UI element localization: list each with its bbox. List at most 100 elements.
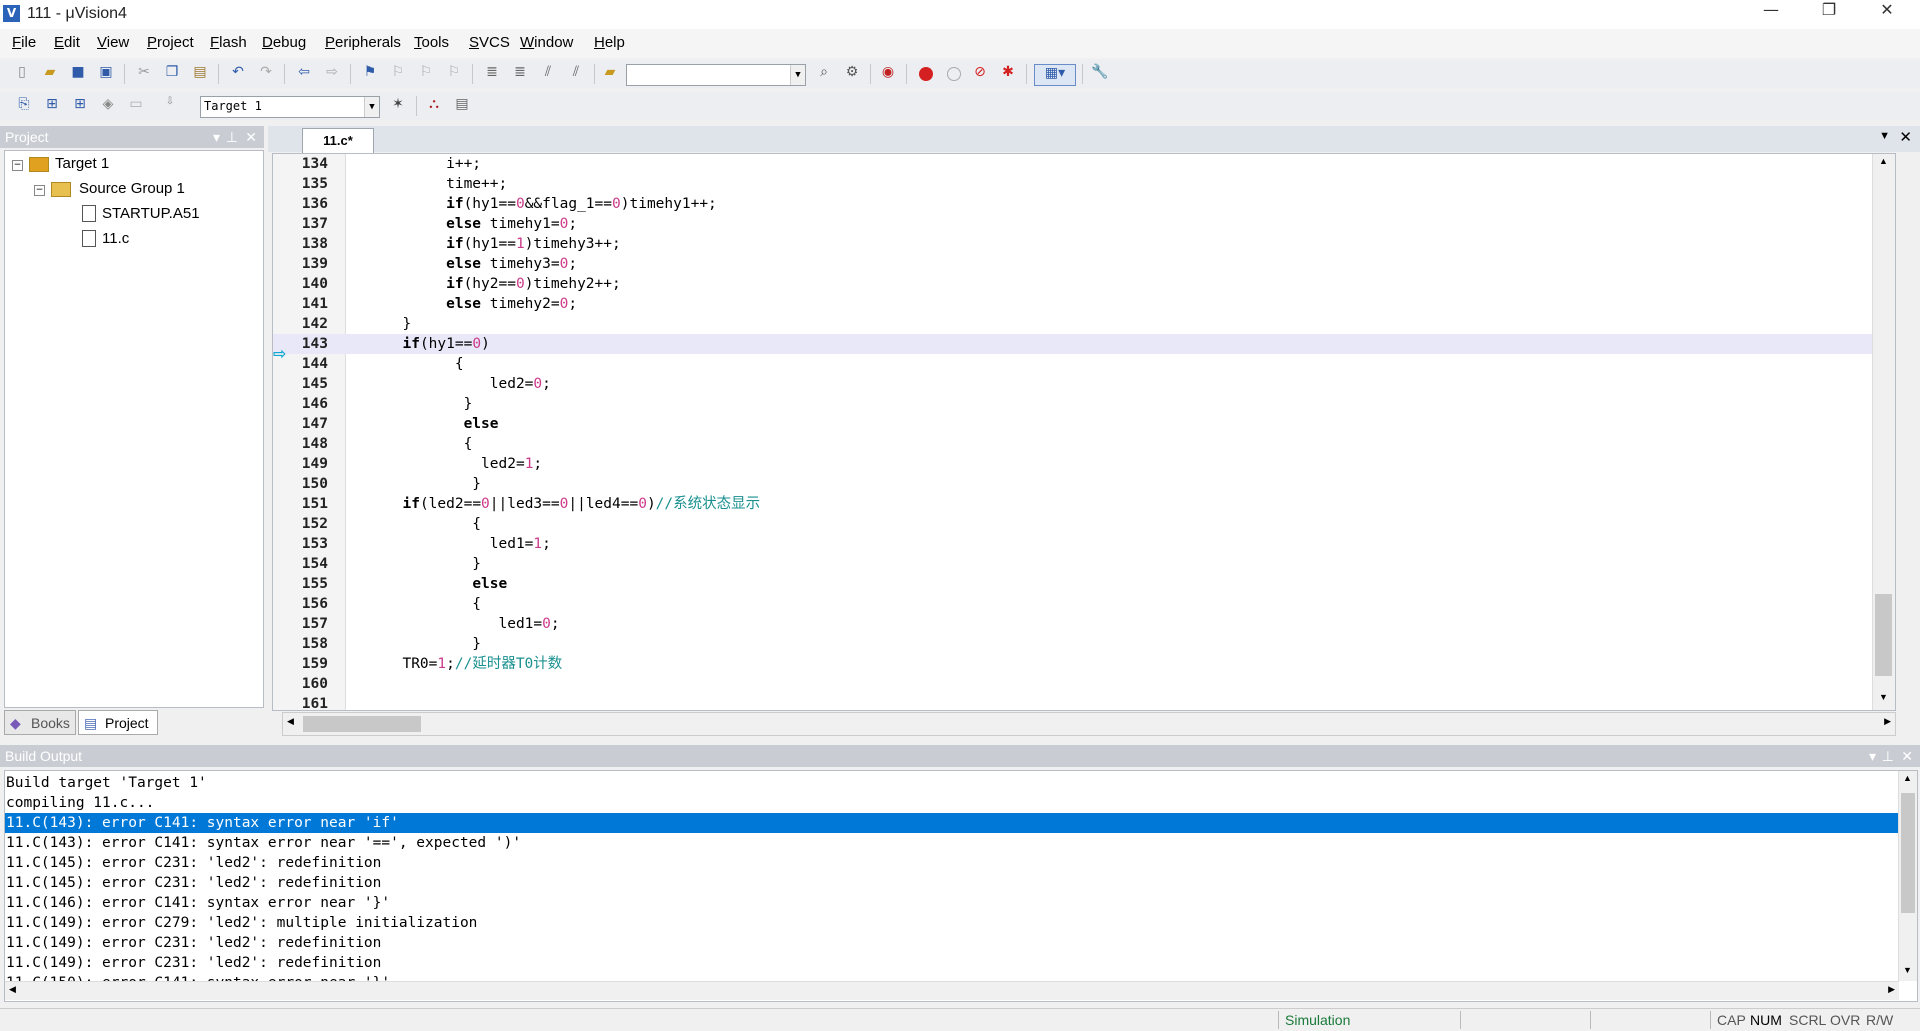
tree-item-c-file[interactable]: 11.c bbox=[102, 230, 129, 247]
code-line[interactable]: 146 } bbox=[273, 394, 1895, 414]
build-output-line[interactable]: 11.C(145): error C231: 'led2': redefinit… bbox=[5, 853, 1900, 873]
scroll-right-icon[interactable]: ▶ bbox=[1888, 984, 1895, 995]
menu-svcs[interactable]: SVCS bbox=[469, 34, 510, 51]
close-icon[interactable]: ✕ bbox=[1899, 128, 1912, 146]
breakpoint-insert-icon[interactable] bbox=[919, 67, 933, 81]
menu-help[interactable]: Help bbox=[594, 34, 625, 51]
close-button[interactable]: ✕ bbox=[1858, 0, 1916, 29]
code-line[interactable]: 134 i++; bbox=[273, 154, 1895, 174]
menu-view[interactable]: View bbox=[97, 34, 129, 51]
find-in-files-icon[interactable]: ▰ bbox=[600, 64, 620, 84]
code-line[interactable]: 153 led1=1; bbox=[273, 534, 1895, 554]
comment-icon[interactable]: ⫽ bbox=[538, 64, 558, 84]
code-line[interactable]: 143 if(hy1==0) bbox=[273, 334, 1895, 354]
batch-build-icon[interactable]: ◈ bbox=[98, 96, 118, 116]
tab-books[interactable]: ◆ Books bbox=[4, 710, 76, 735]
tab-11c[interactable]: 11.c* bbox=[302, 128, 374, 153]
undo-icon[interactable]: ↶ bbox=[228, 64, 248, 84]
pin-icon[interactable]: ⊥ bbox=[226, 126, 238, 148]
code-line[interactable]: 137 else timehy1=0; bbox=[273, 214, 1895, 234]
build-output-line[interactable]: 11.C(143): error C141: syntax error near… bbox=[5, 833, 1900, 853]
scroll-left-icon[interactable]: ◀ bbox=[287, 716, 294, 727]
bookmark-next-icon[interactable]: ⚐ bbox=[416, 64, 436, 84]
close-icon[interactable]: ✕ bbox=[245, 126, 257, 148]
build-icon[interactable]: ⊞ bbox=[42, 96, 62, 116]
tab-project[interactable]: ▤ Project bbox=[78, 710, 158, 735]
load-download-icon[interactable]: ⇩ bbox=[160, 96, 180, 116]
code-line[interactable]: 142 } bbox=[273, 314, 1895, 334]
save-all-icon[interactable]: ▣ bbox=[96, 64, 116, 84]
tree-item-source-group[interactable]: Source Group 1 bbox=[79, 180, 185, 197]
close-icon[interactable]: ✕ bbox=[1901, 745, 1913, 767]
code-line[interactable]: 145 led2=0; bbox=[273, 374, 1895, 394]
code-line[interactable]: 138 if(hy1==1)timehy3++; bbox=[273, 234, 1895, 254]
build-output-line[interactable]: 11.C(149): error C279: 'led2': multiple … bbox=[5, 913, 1900, 933]
code-editor[interactable]: 134 i++; 135 time++; 136 if(hy1==0&&flag_1… bbox=[272, 153, 1896, 711]
target-options-icon[interactable]: ✶ bbox=[388, 96, 408, 116]
open-folder-icon[interactable]: ▰ bbox=[40, 64, 60, 84]
stop-build-icon[interactable]: ▭ bbox=[126, 96, 146, 116]
new-file-icon[interactable]: ▯ bbox=[12, 64, 32, 84]
target-select[interactable]: Target 1 ▼ bbox=[200, 96, 380, 118]
code-line[interactable]: 160 bbox=[273, 674, 1895, 694]
scroll-thumb[interactable] bbox=[303, 716, 421, 732]
scroll-thumb[interactable] bbox=[1901, 793, 1915, 913]
minimize-button[interactable]: — bbox=[1742, 0, 1800, 29]
menu-file[interactable]: File bbox=[12, 34, 36, 51]
window-layout-icon[interactable]: ▦▾ bbox=[1034, 64, 1076, 86]
menu-window[interactable]: Window bbox=[520, 34, 573, 51]
menu-flash[interactable]: Flash bbox=[210, 34, 247, 51]
code-line[interactable]: 156 { bbox=[273, 594, 1895, 614]
tree-item-target[interactable]: Target 1 bbox=[55, 155, 109, 172]
menu-project[interactable]: Project bbox=[147, 34, 194, 51]
code-line[interactable]: 155 else bbox=[273, 574, 1895, 594]
cut-icon[interactable]: ✂ bbox=[134, 64, 154, 84]
paste-icon[interactable]: ▤ bbox=[190, 64, 210, 84]
menu-debug[interactable]: Debug bbox=[262, 34, 306, 51]
debug-session-icon[interactable]: ◉ bbox=[878, 64, 898, 84]
chevron-down-icon[interactable]: ▼ bbox=[364, 97, 379, 117]
build-output-line[interactable]: 11.C(149): error C231: 'led2': redefinit… bbox=[5, 953, 1900, 973]
code-line[interactable]: 150 } bbox=[273, 474, 1895, 494]
build-output-window[interactable]: Build target 'Target 1' compiling 11.c...… bbox=[4, 770, 1918, 1002]
chevron-down-icon[interactable]: ▾ bbox=[1869, 745, 1876, 767]
code-line[interactable]: 135 time++; bbox=[273, 174, 1895, 194]
collapse-icon[interactable]: − bbox=[12, 160, 23, 171]
scroll-down-icon[interactable]: ▼ bbox=[1903, 965, 1912, 975]
build-output-line[interactable]: 11.C(143): error C141: syntax error near… bbox=[5, 813, 1900, 833]
scroll-down-icon[interactable]: ▼ bbox=[1879, 692, 1888, 702]
breakpoint-disable-all-icon[interactable]: ⊘ bbox=[970, 64, 990, 84]
manage-multi-project-icon[interactable]: ▤ bbox=[452, 96, 472, 116]
code-line[interactable]: 152 { bbox=[273, 514, 1895, 534]
chevron-down-icon[interactable]: ▼ bbox=[1879, 130, 1890, 142]
scroll-left-icon[interactable]: ◀ bbox=[9, 984, 16, 995]
editor-vertical-scrollbar[interactable]: ▲ ▼ bbox=[1872, 154, 1895, 710]
save-icon[interactable]: ■ bbox=[68, 64, 88, 84]
code-line[interactable]: 161 bbox=[273, 694, 1895, 710]
code-line[interactable]: 157 led1=0; bbox=[273, 614, 1895, 634]
scroll-right-icon[interactable]: ▶ bbox=[1884, 716, 1891, 727]
rebuild-icon[interactable]: ⊞ bbox=[70, 96, 90, 116]
code-line[interactable]: 151 if(led2==0||led3==0||led4==0)//系统状态显… bbox=[273, 494, 1895, 514]
copy-icon[interactable]: ❐ bbox=[162, 64, 182, 84]
breakpoint-kill-all-icon[interactable]: ✱ bbox=[998, 64, 1018, 84]
code-line[interactable]: 149 led2=1; bbox=[273, 454, 1895, 474]
restore-button[interactable]: ❐ bbox=[1800, 0, 1858, 29]
code-line[interactable]: 140 if(hy2==0)timehy2++; bbox=[273, 274, 1895, 294]
manage-components-icon[interactable]: ⛬ bbox=[424, 96, 444, 116]
scroll-thumb[interactable] bbox=[1875, 594, 1892, 676]
code-line[interactable]: 148 { bbox=[273, 434, 1895, 454]
menu-peripherals[interactable]: Peripherals bbox=[325, 34, 401, 51]
nav-forward-icon[interactable]: ⇨ bbox=[322, 64, 342, 84]
build-output-line[interactable]: Build target 'Target 1' bbox=[5, 773, 1900, 793]
code-line[interactable]: 139 else timehy3=0; bbox=[273, 254, 1895, 274]
find-icon[interactable]: ⌕ bbox=[814, 64, 834, 84]
pin-icon[interactable]: ⊥ bbox=[1882, 745, 1894, 767]
code-line[interactable]: 136 if(hy1==0&&flag_1==0)timehy1++; bbox=[273, 194, 1895, 214]
unindent-icon[interactable]: ≣ bbox=[510, 64, 530, 84]
menu-edit[interactable]: Edit bbox=[54, 34, 80, 51]
code-line[interactable]: 141 else timehy2=0; bbox=[273, 294, 1895, 314]
configure-wrench-icon[interactable]: 🔧 bbox=[1090, 64, 1110, 84]
code-line[interactable]: 147 else bbox=[273, 414, 1895, 434]
tree-item-startup-file[interactable]: STARTUP.A51 bbox=[102, 205, 200, 222]
